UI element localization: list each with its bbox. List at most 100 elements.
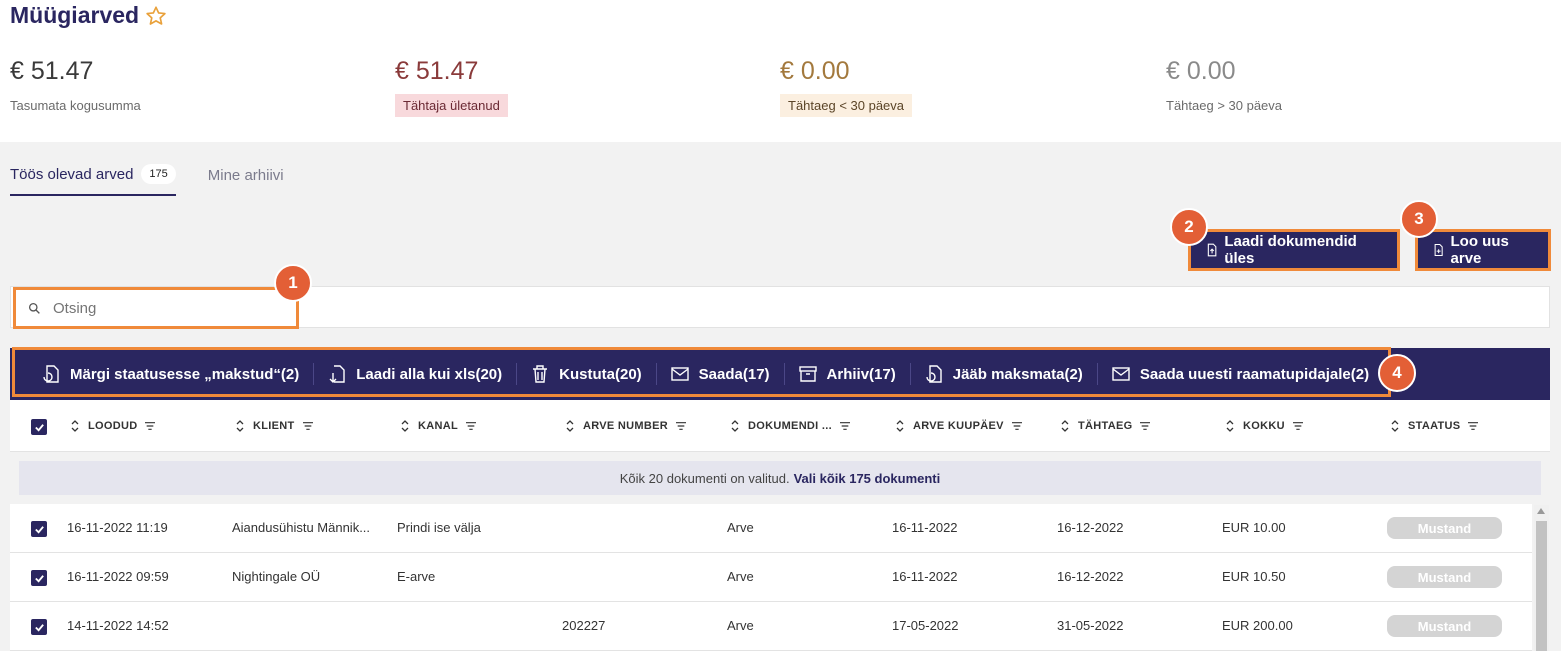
- cell-due: 16-12-2022: [1057, 569, 1124, 584]
- tab-label: Mine arhiivi: [207, 166, 284, 184]
- check-icon: [34, 525, 44, 534]
- row-checkbox[interactable]: [31, 570, 47, 586]
- upload-file-icon: [1207, 243, 1217, 257]
- column-label: KOKKU: [1243, 420, 1285, 432]
- cell-channel: Prindi ise välja: [397, 520, 481, 535]
- column-label: KANAL: [418, 420, 458, 432]
- sort-icon: [236, 420, 244, 432]
- filter-icon[interactable]: [466, 420, 476, 432]
- scroll-up-icon[interactable]: [1537, 508, 1545, 514]
- column-label: DOKUMENDI ...: [748, 420, 832, 432]
- cell-document: Arve: [727, 520, 754, 535]
- cell-due: 31-05-2022: [1057, 618, 1124, 633]
- check-icon: [34, 574, 44, 583]
- summary-overdue: € 51.47 Tähtaja ületanud: [395, 56, 508, 117]
- check-icon: [34, 423, 44, 432]
- cell-client: Aiandusühistu Männik...: [232, 520, 371, 535]
- summary-amount: € 51.47: [395, 57, 479, 85]
- summary-label: Tähtaja ületanud: [395, 94, 508, 117]
- tab-label: Töös olevad arved: [10, 165, 134, 183]
- cell-document: Arve: [727, 569, 754, 584]
- summary-label: Tähtaeg < 30 päeva: [780, 94, 913, 117]
- column-label: ARVE KUUPÄEV: [913, 420, 1004, 432]
- tab-archive[interactable]: Mine arhiivi: [208, 164, 284, 196]
- scrollbar-thumb[interactable]: [1536, 521, 1547, 651]
- action-bar-highlight: [12, 347, 1391, 397]
- table-row[interactable]: 14-11-2022 14:52 202227 Arve 17-05-2022 …: [10, 602, 1532, 651]
- cell-document: Arve: [727, 618, 754, 633]
- sort-icon: [1061, 420, 1069, 432]
- status-badge: Mustand: [1387, 615, 1502, 637]
- tabs: Töös olevad arved 175 Mine arhiivi: [10, 164, 284, 196]
- upload-documents-button[interactable]: Laadi dokumendid üles: [1188, 229, 1400, 271]
- sort-icon: [896, 420, 904, 432]
- selection-text: Kõik 20 dokumenti on valitud.: [619, 470, 790, 486]
- select-all-link[interactable]: Vali kõik 175 dokumenti: [794, 471, 941, 486]
- filter-icon[interactable]: [839, 420, 850, 432]
- table-row[interactable]: 16-11-2022 09:59 Nightingale OÜ E-arve A…: [10, 553, 1532, 602]
- search-bar: [10, 286, 1550, 329]
- row-checkbox[interactable]: [31, 521, 47, 537]
- search-field[interactable]: [13, 287, 299, 329]
- summary-amount: € 0.00: [1166, 57, 1236, 85]
- column-due-date[interactable]: TÄHTAEG: [1060, 420, 1151, 432]
- sort-icon: [1226, 420, 1234, 432]
- create-invoice-button[interactable]: Loo uus arve: [1415, 229, 1551, 271]
- column-total[interactable]: KOKKU: [1225, 420, 1303, 432]
- status-badge: Mustand: [1387, 517, 1502, 539]
- filter-icon[interactable]: [676, 420, 686, 432]
- new-file-icon: [1434, 244, 1443, 256]
- filter-icon[interactable]: [1011, 420, 1022, 432]
- table-header: LOODUD KLIENT KANAL ARVE NUMBER DOKUMEND…: [10, 400, 1550, 452]
- column-document[interactable]: DOKUMENDI ...: [730, 420, 850, 432]
- annotation-marker: 4: [1378, 354, 1416, 392]
- cell-total: EUR 10.00: [1222, 520, 1286, 535]
- sort-icon: [566, 420, 574, 432]
- column-client[interactable]: KLIENT: [235, 420, 313, 432]
- star-icon[interactable]: [145, 5, 167, 27]
- row-checkbox[interactable]: [31, 619, 47, 635]
- create-button-label: Loo uus arve: [1450, 233, 1509, 267]
- cell-total: EUR 200.00: [1222, 618, 1293, 633]
- cell-created: 14-11-2022 14:52: [67, 618, 169, 633]
- sort-icon: [731, 420, 739, 432]
- column-status[interactable]: STAATUS: [1390, 420, 1479, 432]
- filter-icon[interactable]: [1140, 420, 1151, 432]
- column-invoice-date[interactable]: ARVE KUUPÄEV: [895, 420, 1022, 432]
- table-scrollbar[interactable]: [1534, 505, 1549, 651]
- table-row[interactable]: 16-11-2022 11:19 Aiandusühistu Männik...…: [10, 504, 1532, 553]
- filter-icon[interactable]: [1292, 420, 1303, 432]
- sort-icon: [71, 420, 79, 432]
- cell-date: 16-11-2022: [892, 569, 958, 584]
- search-input[interactable]: [53, 299, 253, 317]
- filter-icon[interactable]: [145, 420, 156, 432]
- summary-amount: € 0.00: [780, 57, 850, 85]
- summary-label: Tähtaeg > 30 päeva: [1166, 98, 1283, 113]
- tab-active-invoices[interactable]: Töös olevad arved 175: [10, 164, 176, 196]
- select-all-checkbox[interactable]: [31, 419, 47, 435]
- column-created[interactable]: LOODUD: [70, 420, 156, 432]
- column-label: KLIENT: [253, 420, 295, 432]
- annotation-marker: 1: [274, 264, 312, 302]
- cell-due: 16-12-2022: [1057, 520, 1124, 535]
- page-title-text: Müügiarved: [10, 2, 140, 28]
- summary-label: Tasumata kogusumma: [10, 98, 141, 113]
- page-title: Müügiarved: [10, 2, 167, 29]
- filter-icon[interactable]: [302, 420, 313, 432]
- upload-button-label: Laadi dokumendid üles: [1224, 233, 1357, 267]
- annotation-marker: 2: [1170, 208, 1208, 246]
- status-badge: Mustand: [1387, 566, 1502, 588]
- sort-icon: [1391, 420, 1399, 432]
- column-label: TÄHTAEG: [1078, 420, 1133, 432]
- summary-due-over-30: € 0.00 Tähtaeg > 30 päeva: [1166, 56, 1282, 117]
- summary-due-under-30: € 0.00 Tähtaeg < 30 päeva: [780, 56, 913, 117]
- column-label: LOODUD: [88, 420, 138, 432]
- column-channel[interactable]: KANAL: [400, 420, 476, 432]
- summary-amount: € 51.47: [10, 57, 94, 85]
- annotation-marker: 3: [1400, 200, 1438, 238]
- column-invoice-number[interactable]: ARVE NUMBER: [565, 420, 686, 432]
- filter-icon[interactable]: [1468, 420, 1479, 432]
- search-icon: [28, 302, 40, 314]
- check-icon: [34, 623, 44, 632]
- column-label: STAATUS: [1408, 420, 1461, 432]
